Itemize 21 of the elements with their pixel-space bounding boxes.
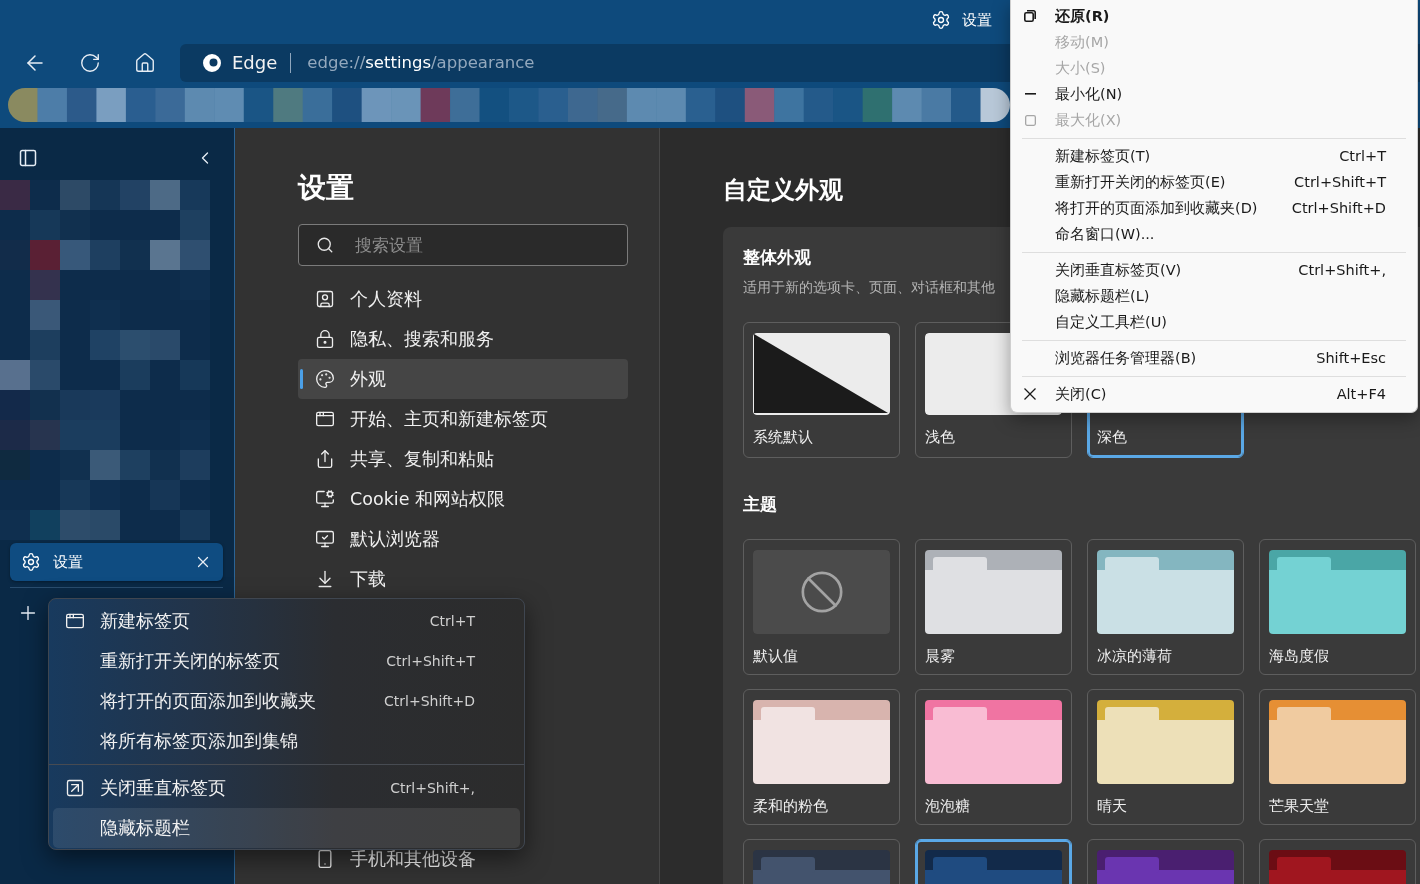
settings-title: 设置 [298, 170, 354, 206]
shortcut-text: Ctrl+T [1339, 148, 1386, 164]
site-name: Edge [232, 51, 278, 75]
section-title: 主题 [743, 493, 777, 516]
shortcut-text: Alt+F4 [1336, 386, 1386, 402]
shortcut-text: Ctrl+Shift+, [390, 780, 475, 796]
shortcut-text: Ctrl+Shift+T [1294, 174, 1386, 190]
option-label: 浅色 [925, 427, 955, 448]
shortcut-text: Ctrl+Shift+D [1291, 200, 1386, 216]
url-text: edge://settings/appearance [307, 52, 535, 74]
shortcut-text: Ctrl+Shift+T [386, 653, 475, 669]
option-label: 系统默认 [753, 427, 813, 448]
shortcut-text: Ctrl+Shift+, [1298, 262, 1386, 278]
page-title: 自定义外观 [723, 175, 843, 206]
section-description: 适用于新的选项卡、页面、对话框和其他 [743, 278, 995, 297]
shortcut-text: Shift+Esc [1316, 350, 1386, 366]
window-title: 设置 [962, 10, 992, 30]
shortcut-text: Ctrl+T [429, 613, 475, 629]
section-title: 整体外观 [743, 246, 811, 269]
option-label: 深色 [1097, 427, 1127, 448]
shortcut-text: Ctrl+Shift+D [384, 693, 475, 709]
